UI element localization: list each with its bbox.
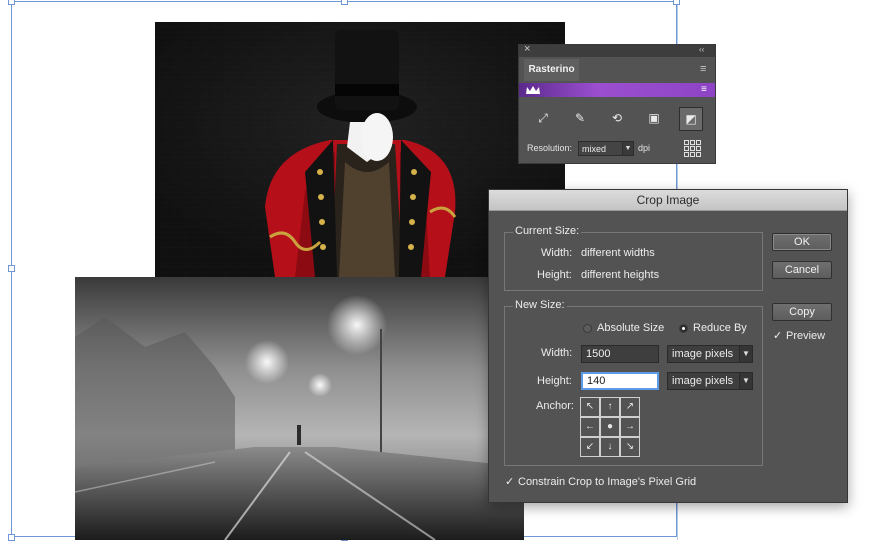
width-input[interactable]: 1500 bbox=[581, 345, 659, 363]
brand-bar: ≡ bbox=[519, 83, 715, 97]
crop-tool-icon[interactable]: ◩ bbox=[679, 107, 703, 131]
chevron-down-icon[interactable]: ▼ bbox=[739, 345, 753, 363]
reduce-by-label[interactable]: Reduce By bbox=[693, 322, 747, 334]
height-input[interactable]: 140 bbox=[581, 372, 659, 390]
handle-middle-left[interactable] bbox=[8, 265, 15, 272]
current-height-value: different heights bbox=[581, 269, 660, 281]
chevron-down-icon[interactable]: ▼ bbox=[622, 141, 634, 156]
cancel-button[interactable]: Cancel bbox=[772, 261, 832, 279]
current-width-value: different widths bbox=[581, 247, 655, 259]
foggy-street-image[interactable] bbox=[75, 277, 524, 540]
new-width-label: Width: bbox=[541, 347, 573, 359]
resolution-label: Resolution: bbox=[527, 143, 573, 153]
current-size-group bbox=[504, 232, 763, 291]
anchor-bottom-right[interactable]: ↘ bbox=[620, 437, 640, 457]
reduce-by-radio[interactable] bbox=[679, 324, 688, 333]
anchor-left[interactable]: ← bbox=[580, 417, 600, 437]
handle-top-right[interactable] bbox=[673, 0, 680, 5]
anchor-grid[interactable]: ↖ ↑ ↗ ← ● → ↙ ↓ ↘ bbox=[580, 397, 640, 457]
panel-titlebar[interactable]: × ‹‹ bbox=[519, 43, 715, 57]
panel-tab-rasterino[interactable]: Rasterino bbox=[524, 59, 579, 81]
relink-tool-icon[interactable]: ⟲ bbox=[605, 107, 629, 131]
rasterino-panel: × ‹‹ Rasterino ≡ ≡ ⤢ ✎ ⟲ ▣ ◩ Resolution:… bbox=[518, 43, 716, 164]
panel-menu-icon[interactable]: ≡ bbox=[700, 64, 706, 75]
brand-menu-icon[interactable]: ≡ bbox=[701, 83, 707, 96]
crop-image-dialog: Crop Image Current Size: Width: differen… bbox=[488, 189, 848, 503]
anchor-center[interactable]: ● bbox=[600, 417, 620, 437]
dialog-title[interactable]: Crop Image bbox=[489, 190, 847, 211]
handle-top-middle[interactable] bbox=[341, 0, 348, 5]
close-icon[interactable]: × bbox=[524, 43, 530, 55]
anchor-bottom-left[interactable]: ↙ bbox=[580, 437, 600, 457]
crown-icon bbox=[526, 86, 540, 94]
absolute-size-radio[interactable] bbox=[583, 324, 592, 333]
chevron-down-icon[interactable]: ▼ bbox=[739, 372, 753, 390]
handle-top-left[interactable] bbox=[8, 0, 15, 5]
current-height-label: Height: bbox=[537, 269, 572, 281]
new-height-label: Height: bbox=[537, 375, 572, 387]
anchor-top-left[interactable]: ↖ bbox=[580, 397, 600, 417]
preview-label[interactable]: Preview bbox=[786, 330, 825, 342]
constrain-label[interactable]: Constrain Crop to Image's Pixel Grid bbox=[518, 476, 696, 488]
grid-icon[interactable] bbox=[684, 140, 702, 158]
anchor-right[interactable]: → bbox=[620, 417, 640, 437]
constrain-checkmark-icon[interactable]: ✓ bbox=[505, 475, 514, 488]
anchor-top[interactable]: ↑ bbox=[600, 397, 620, 417]
resolution-unit: dpi bbox=[638, 143, 651, 153]
expand-tool-icon[interactable]: ⤢ bbox=[531, 107, 555, 131]
current-width-label: Width: bbox=[541, 247, 573, 259]
preview-checkmark-icon[interactable]: ✓ bbox=[773, 329, 782, 342]
brush-tool-icon[interactable]: ✎ bbox=[568, 107, 592, 131]
collapse-icon[interactable]: ‹‹ bbox=[699, 45, 704, 54]
image-tool-icon[interactable]: ▣ bbox=[642, 107, 666, 131]
absolute-size-label[interactable]: Absolute Size bbox=[597, 322, 664, 334]
anchor-bottom[interactable]: ↓ bbox=[600, 437, 620, 457]
anchor-label: Anchor: bbox=[536, 400, 574, 412]
anchor-top-right[interactable]: ↗ bbox=[620, 397, 640, 417]
current-size-heading: Current Size: bbox=[513, 225, 582, 237]
copy-button[interactable]: Copy bbox=[772, 303, 832, 321]
ok-button[interactable]: OK bbox=[772, 233, 832, 251]
new-size-heading: New Size: bbox=[513, 299, 567, 311]
